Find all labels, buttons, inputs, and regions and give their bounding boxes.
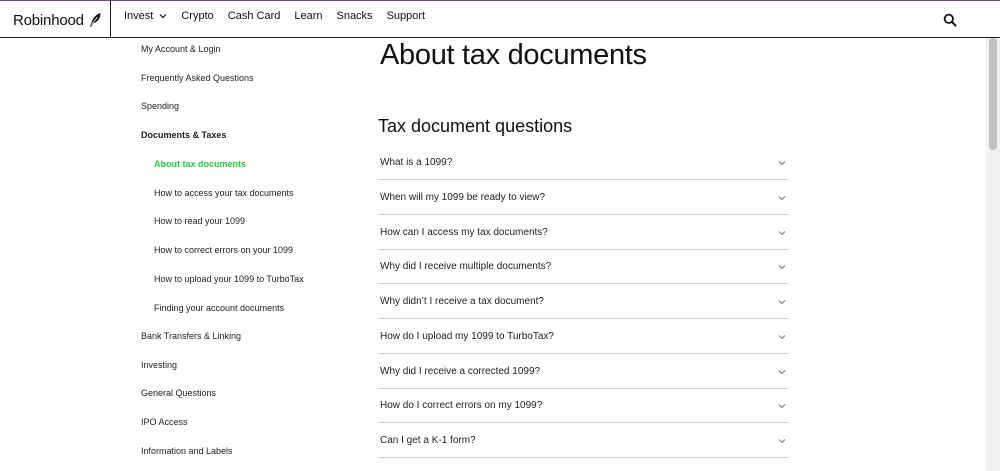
chevron-down-icon[interactable] [778,369,786,375]
sidebar-navigation: My Account & Login Frequently Asked Ques… [0,38,360,471]
top-navigation-bar: Robinhood Invest Crypto Cash Card Learn … [0,0,1000,38]
faq-item[interactable]: How can I access my tax documents? [378,216,788,250]
sidebar-item-general-questions[interactable]: General Questions [141,388,216,398]
chevron-down-icon[interactable] [159,13,167,19]
faq-item[interactable]: Can I get a K-1 form? [378,424,788,458]
feather-icon [89,13,101,27]
section-title: Tax document questions [378,116,573,136]
chevron-down-icon[interactable] [778,299,786,305]
chevron-down-icon[interactable] [778,403,786,409]
faq-item[interactable]: When will my 1099 be ready to view? [378,181,788,215]
nav-snacks-label[interactable]: Snacks [336,10,372,22]
nav-snacks[interactable]: Snacks [336,10,372,22]
sidebar-subitem-upload-1099-turbotax[interactable]: How to upload your 1099 to TurboTax [154,274,304,284]
sidebar-item-ipo-access[interactable]: IPO Access [141,417,188,427]
sidebar-item-information-labels[interactable]: Information and Labels [141,446,233,456]
search-icon[interactable] [943,13,957,27]
brand-logo[interactable]: Robinhood [13,9,102,31]
nav-support[interactable]: Support [387,10,426,22]
nav-learn[interactable]: Learn [294,10,322,22]
faq-question[interactable]: Why did I receive multiple documents? [380,261,551,272]
main-nav: Invest Crypto Cash Card Learn Snacks Sup… [124,10,439,22]
sidebar-subitem-finding-account-documents[interactable]: Finding your account documents [154,303,284,313]
faq-item[interactable]: Why didn’t I receive a tax document? [378,285,788,319]
sidebar-subitem-correct-errors-1099[interactable]: How to correct errors on your 1099 [154,245,293,255]
faq-question[interactable]: How do I upload my 1099 to TurboTax? [380,331,554,342]
brand-name[interactable]: Robinhood [13,12,84,29]
nav-crypto-label[interactable]: Crypto [181,10,213,22]
sidebar-item-spending[interactable]: Spending [141,101,179,111]
faq-question[interactable]: What is a 1099? [380,157,452,168]
vertical-scrollbar[interactable] [986,38,1000,471]
nav-invest[interactable]: Invest [124,10,167,22]
sidebar-item-investing[interactable]: Investing [141,360,177,370]
faq-item[interactable]: How do I upload my 1099 to TurboTax? [378,320,788,354]
page-title: About tax documents [380,39,647,71]
faq-item[interactable]: Why did I receive multiple documents? [378,250,788,284]
faq-question[interactable]: How can I access my tax documents? [380,227,548,238]
chevron-down-icon[interactable] [778,195,786,201]
sidebar-subitem-about-tax-documents[interactable]: About tax documents [154,159,246,169]
sidebar-item-my-account-login[interactable]: My Account & Login [141,44,221,54]
faq-item[interactable]: How do I correct errors on my 1099? [378,389,788,423]
brand-divider [110,1,111,38]
sidebar-item-faq[interactable]: Frequently Asked Questions [141,73,254,83]
scrollbar-thumb[interactable] [989,38,997,150]
chevron-down-icon[interactable] [778,438,786,444]
nav-invest-label[interactable]: Invest [124,10,153,22]
chevron-down-icon[interactable] [778,264,786,270]
nav-cash-card[interactable]: Cash Card [228,10,281,22]
chevron-down-icon[interactable] [778,334,786,340]
chevron-down-icon[interactable] [778,230,786,236]
faq-question[interactable]: Why didn’t I receive a tax document? [380,296,544,307]
nav-cash-card-label[interactable]: Cash Card [228,10,281,22]
faq-item[interactable]: What is a 1099? [378,146,788,180]
sidebar-subitem-access-tax-documents[interactable]: How to access your tax documents [154,188,294,198]
nav-learn-label[interactable]: Learn [294,10,322,22]
faq-question[interactable]: How do I correct errors on my 1099? [380,400,542,411]
faq-item[interactable]: Why did I receive a corrected 1099? [378,355,788,389]
sidebar-subitem-read-1099[interactable]: How to read your 1099 [154,216,245,226]
faq-question[interactable]: Can I get a K-1 form? [380,435,476,446]
faq-question[interactable]: Why did I receive a corrected 1099? [380,366,540,377]
sidebar-item-documents-taxes[interactable]: Documents & Taxes [141,130,226,140]
chevron-down-icon[interactable] [778,160,786,166]
faq-question[interactable]: When will my 1099 be ready to view? [380,192,545,203]
nav-crypto[interactable]: Crypto [181,10,213,22]
sidebar-item-bank-transfers-linking[interactable]: Bank Transfers & Linking [141,331,241,341]
nav-support-label[interactable]: Support [387,10,426,22]
